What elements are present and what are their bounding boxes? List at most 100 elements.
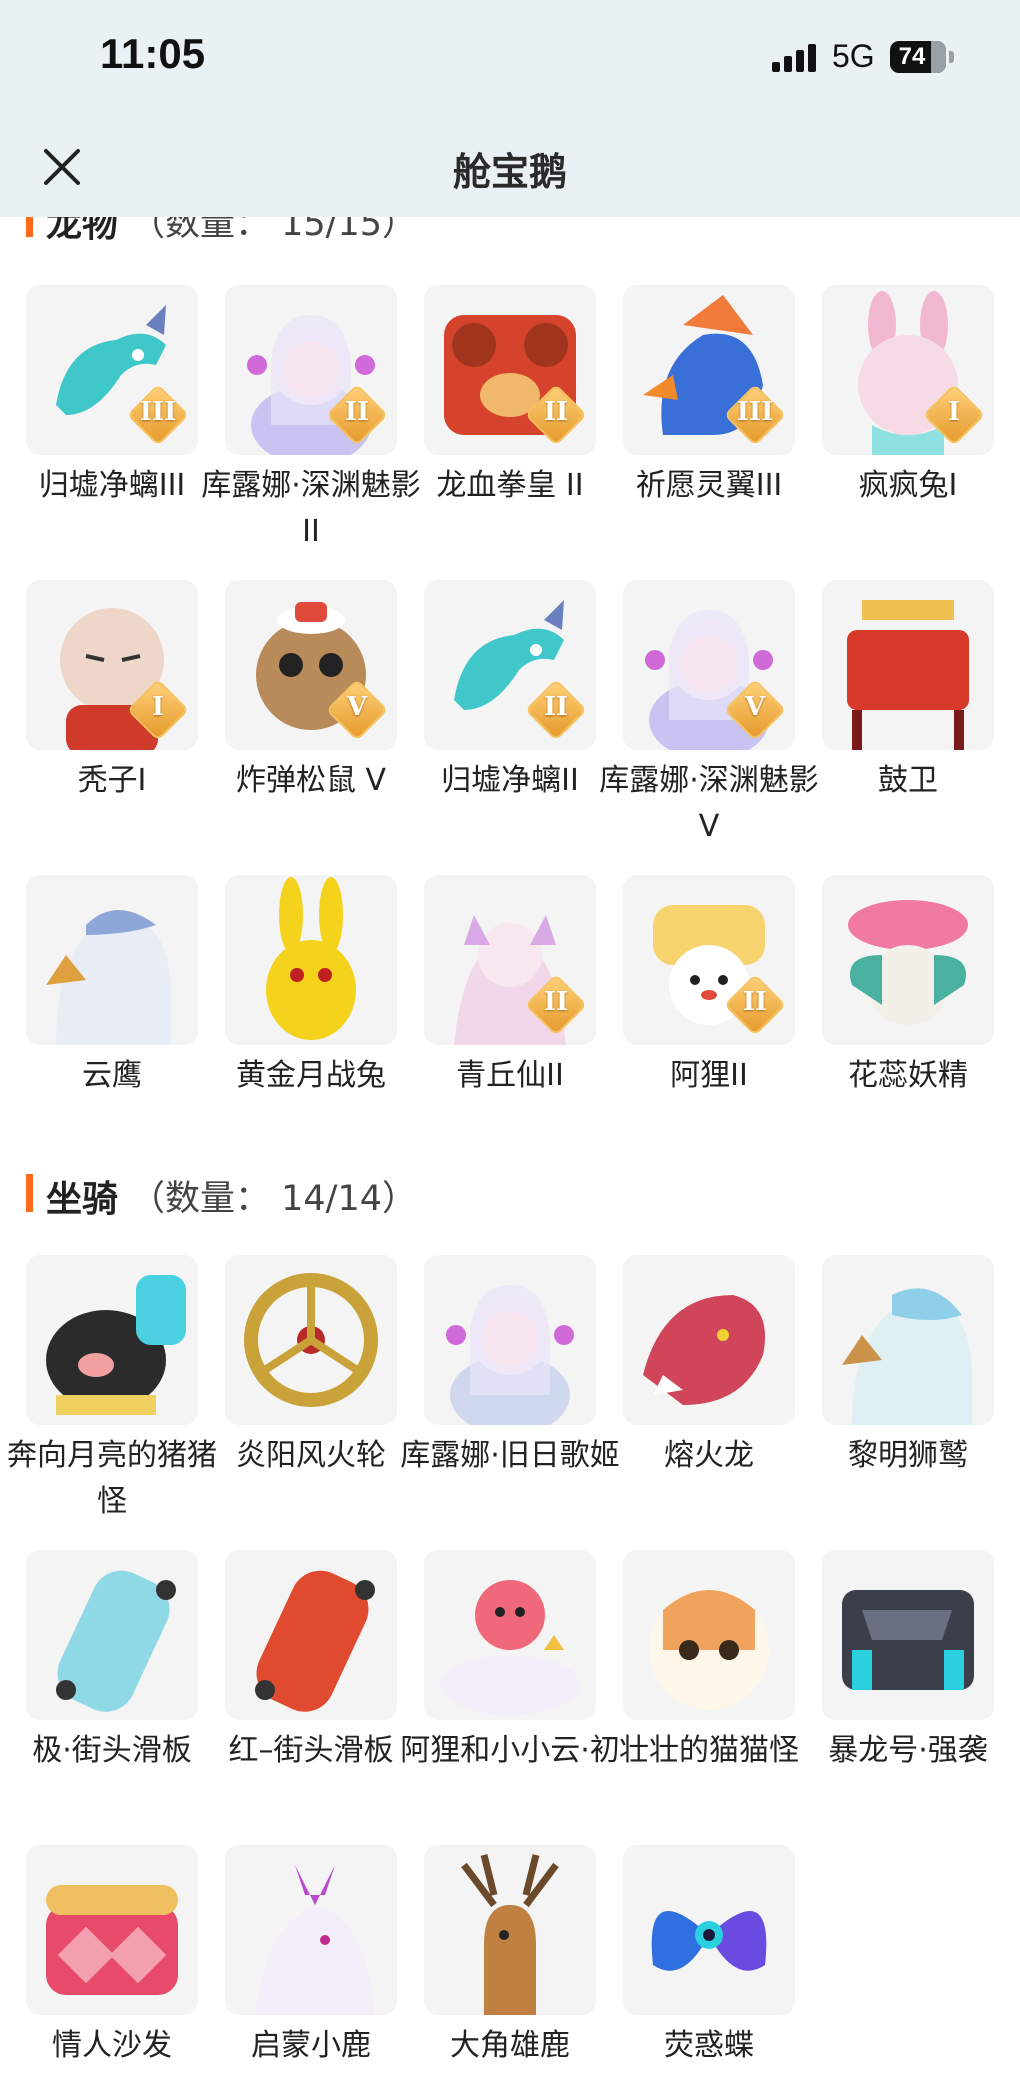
item-name: 祈愿灵翼III — [635, 468, 783, 503]
pig-icon — [26, 1255, 198, 1425]
alicloud-icon — [424, 1550, 596, 1720]
item-name: 鼓卫 — [878, 763, 938, 798]
level-badge: I — [129, 681, 187, 739]
item-name: 启蒙小鹿 — [251, 2028, 371, 2063]
item-image: V — [225, 580, 397, 750]
lavadragon-icon — [623, 1255, 795, 1425]
battery-tip — [949, 51, 954, 63]
item-image — [225, 875, 397, 1045]
level-badge: V — [726, 681, 784, 739]
level-badge: V — [328, 681, 386, 739]
status-time: 11:05 — [100, 30, 206, 77]
item-name: 暴龙号·强袭 — [828, 1733, 988, 1768]
item-image — [225, 1550, 397, 1720]
level-badge: I — [925, 386, 983, 444]
item-name: 归墟净螭II — [441, 763, 579, 798]
item-image: II — [623, 875, 795, 1045]
section-count: （数量： 14/14） — [130, 1179, 417, 1219]
item-image: II — [424, 580, 596, 750]
skateboard-icon — [225, 1550, 397, 1720]
item-name: 青丘仙II — [456, 1058, 564, 1093]
item-name: 疯疯兔I — [858, 468, 958, 503]
flower-icon — [822, 875, 994, 1045]
item-name: 龙血拳皇 II — [436, 468, 584, 503]
item-name: 黎明狮鹫 — [848, 1438, 968, 1473]
item-image: I — [822, 285, 994, 455]
level-badge: II — [328, 386, 386, 444]
sofa-icon — [26, 1845, 198, 2015]
item-name: 壮壮的猫猫怪 — [619, 1733, 799, 1768]
whitedeer-icon — [225, 1845, 397, 2015]
level-badge: II — [726, 976, 784, 1034]
item-name: 奔向月亮的猪猪怪 — [7, 1438, 217, 1519]
signal-icon — [772, 42, 822, 72]
item-image — [822, 1550, 994, 1720]
page-title: 舱宝鹅 — [452, 150, 567, 194]
drum-icon — [822, 580, 994, 750]
item-image — [26, 1550, 198, 1720]
item-name: 阿狸和小小云·初 — [400, 1733, 620, 1768]
item-name: 炎阳风火轮 — [236, 1438, 386, 1473]
item-image — [26, 1255, 198, 1425]
item-image: III — [623, 285, 795, 455]
section-accent — [26, 1174, 33, 1212]
item-image — [225, 1845, 397, 2015]
item-image: II — [225, 285, 397, 455]
item-name: 熔火龙 — [664, 1438, 754, 1473]
item-image: II — [424, 875, 596, 1045]
item-image — [623, 1255, 795, 1425]
doll-icon — [424, 1255, 596, 1425]
butterfly-icon — [623, 1845, 795, 2015]
item-name: 云鹰 — [82, 1058, 142, 1093]
battery-icon: 74 — [890, 41, 946, 73]
item-image — [26, 1845, 198, 2015]
item-image — [623, 1845, 795, 2015]
skateboard-icon — [26, 1550, 198, 1720]
item-image — [424, 1550, 596, 1720]
item-image — [424, 1845, 596, 2015]
level-badge: III — [129, 386, 187, 444]
item-image: II — [424, 285, 596, 455]
battery-level: 74 — [898, 43, 926, 70]
mecha-icon — [822, 1550, 994, 1720]
item-image — [225, 1255, 397, 1425]
item-name: 情人沙发 — [52, 2028, 172, 2063]
item-image — [424, 1255, 596, 1425]
item-name: 库露娜·深渊魅影II — [201, 468, 421, 549]
cat-icon — [623, 1550, 795, 1720]
item-name: 库露娜·深渊魅影V — [599, 763, 819, 844]
item-name: 阿狸II — [670, 1058, 748, 1093]
item-name: 荧惑蝶 — [664, 2028, 754, 2063]
item-name: 秃子I — [77, 763, 147, 798]
network-type: 5G — [832, 38, 875, 74]
item-image — [26, 875, 198, 1045]
item-image: III — [26, 285, 198, 455]
item-image — [822, 875, 994, 1045]
status-bar: 11:05 5G 74 — [0, 0, 1020, 115]
item-name: 红–街头滑板 — [228, 1733, 394, 1768]
content-area[interactable]: 龙物 （数量： 15/15） III 归墟净螭III II 库露娜·深渊魅影II II 龙… — [0, 170, 1020, 2073]
level-badge: II — [527, 681, 585, 739]
item-image: V — [623, 580, 795, 750]
mounts-section-header: 坐骑 （数量： 14/14） — [26, 1170, 526, 1220]
level-badge: II — [527, 976, 585, 1034]
item-name: 花蕊妖精 — [848, 1058, 968, 1093]
item-name: 大角雄鹿 — [450, 2028, 570, 2063]
nav-bar: 舱宝鹅 — [0, 115, 1020, 217]
item-name: 炸弹松鼠 V — [235, 763, 387, 798]
section-title: 坐骑 — [46, 1179, 119, 1220]
item-name: 归墟净螭III — [38, 468, 186, 503]
item-image — [822, 580, 994, 750]
item-name: 极·街头滑板 — [32, 1733, 192, 1768]
eagle-icon — [26, 875, 198, 1045]
level-badge: II — [527, 386, 585, 444]
item-image — [623, 1550, 795, 1720]
wheel-icon — [225, 1255, 397, 1425]
item-name: 黄金月战兔 — [236, 1058, 386, 1093]
griffin-icon — [822, 1255, 994, 1425]
goldrabbit-icon — [225, 875, 397, 1045]
item-image: I — [26, 580, 198, 750]
level-badge: III — [726, 386, 784, 444]
item-name: 库露娜·旧日歌姬 — [400, 1438, 620, 1473]
stag-icon — [424, 1845, 596, 2015]
